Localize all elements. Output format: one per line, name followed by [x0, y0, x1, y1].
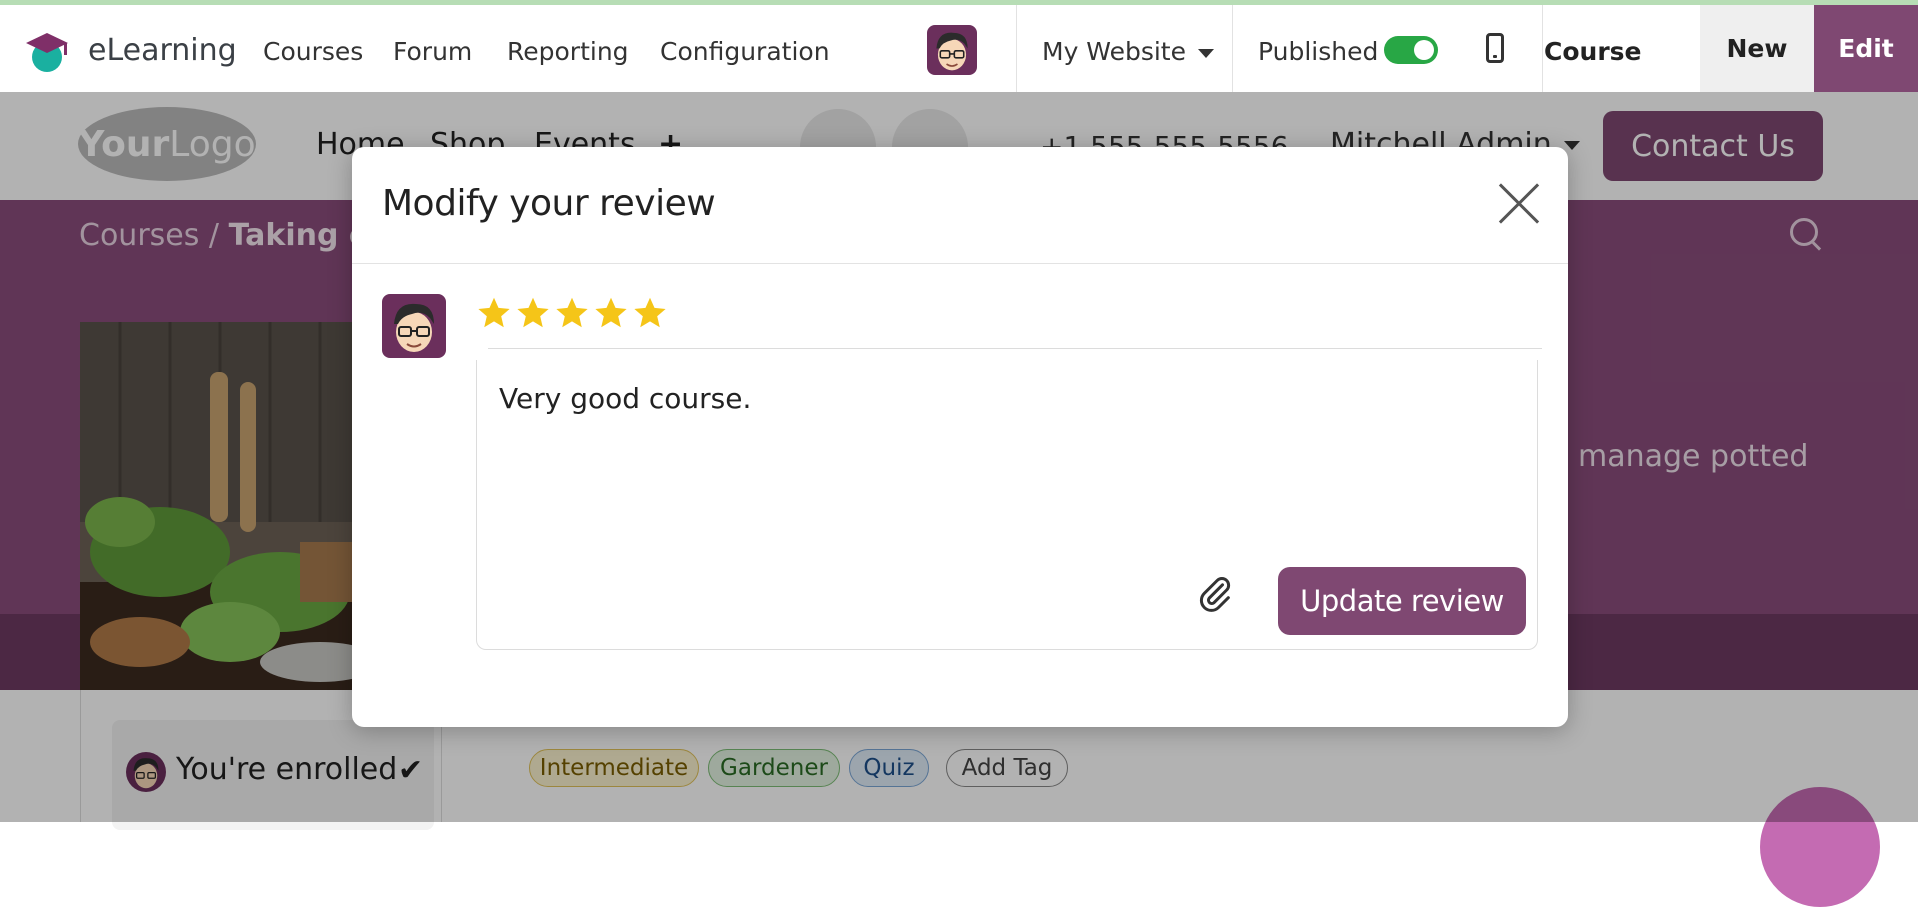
- star-rating[interactable]: [476, 295, 668, 331]
- website-selector[interactable]: My Website: [1042, 37, 1214, 66]
- elearning-app-icon[interactable]: [24, 29, 70, 75]
- avatar-icon: [382, 294, 446, 358]
- published-toggle[interactable]: [1384, 36, 1438, 64]
- close-icon[interactable]: [1496, 181, 1542, 227]
- backend-navbar: eLearning Courses Forum Reporting Config…: [0, 5, 1918, 93]
- star-icon[interactable]: [476, 295, 512, 331]
- navbar-separator: [1542, 5, 1543, 92]
- course-button[interactable]: Course: [1544, 37, 1642, 66]
- menu-courses[interactable]: Courses: [263, 37, 363, 66]
- modal-title: Modify your review: [382, 183, 716, 224]
- star-icon[interactable]: [632, 295, 668, 331]
- navbar-separator: [1232, 5, 1233, 92]
- app-name[interactable]: eLearning: [88, 33, 237, 68]
- menu-reporting[interactable]: Reporting: [507, 37, 629, 66]
- star-icon[interactable]: [515, 295, 551, 331]
- mobile-preview-icon[interactable]: [1486, 33, 1504, 63]
- website-selector-label: My Website: [1042, 37, 1186, 66]
- avatar-icon: [927, 25, 977, 75]
- navbar-separator: [1016, 5, 1017, 92]
- review-modal: Modify your review Very good course. Upd…: [352, 147, 1568, 727]
- user-avatar[interactable]: [927, 25, 977, 75]
- edit-button[interactable]: Edit: [1814, 5, 1918, 92]
- chevron-down-icon: [1197, 48, 1214, 58]
- menu-configuration[interactable]: Configuration: [660, 37, 830, 66]
- review-textarea[interactable]: Very good course.: [499, 382, 751, 415]
- published-label: Published: [1258, 37, 1379, 66]
- update-review-button[interactable]: Update review: [1278, 567, 1526, 635]
- new-button[interactable]: New: [1700, 5, 1814, 92]
- menu-forum[interactable]: Forum: [393, 37, 472, 66]
- modal-header: Modify your review: [352, 147, 1568, 264]
- review-composer[interactable]: Very good course. Update review: [476, 360, 1538, 650]
- reviewer-avatar: [382, 294, 446, 358]
- rating-divider: [488, 348, 1542, 349]
- paperclip-icon[interactable]: [1195, 574, 1235, 614]
- star-icon[interactable]: [593, 295, 629, 331]
- star-icon[interactable]: [554, 295, 590, 331]
